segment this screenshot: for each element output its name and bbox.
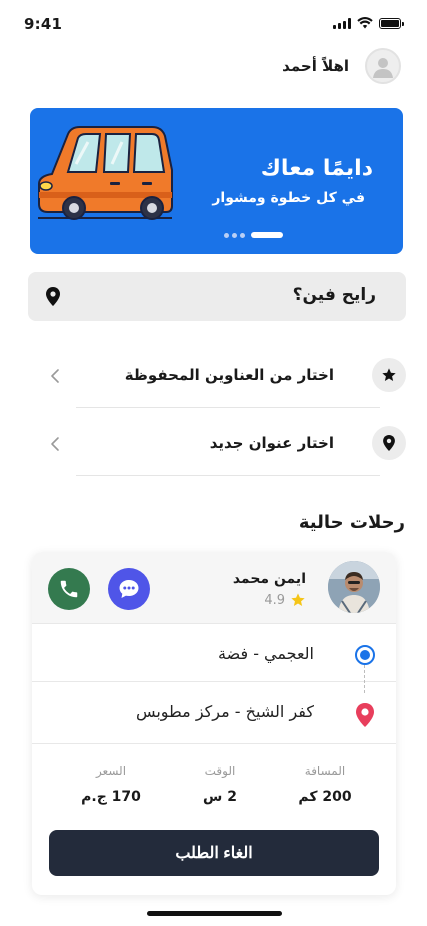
wifi-icon <box>357 17 373 29</box>
chevron-left-icon <box>51 437 59 451</box>
chat-button[interactable] <box>108 568 150 610</box>
pickup-address: العجمي - فضة <box>218 644 314 663</box>
time-stat: الوقت 2 س <box>175 764 265 805</box>
destination-search[interactable]: رايح فين؟ <box>28 272 406 321</box>
cancel-request-button[interactable]: الغاء الطلب <box>49 830 379 876</box>
driver-photo-image <box>328 561 380 613</box>
current-trips-title: رحلات حالية <box>298 512 405 533</box>
signal-icon <box>333 18 351 29</box>
user-icon <box>373 58 393 78</box>
driver-header: ايمن محمد 4.9 <box>32 552 396 624</box>
carousel-dots <box>224 232 283 238</box>
dropoff-address: كفر الشيخ - مركز مطوبس <box>135 702 314 721</box>
time-label: الوقت <box>204 764 236 778</box>
driver-name: ايمن محمد <box>232 571 306 587</box>
driver-rating: 4.9 <box>264 592 306 608</box>
header: اهلاً أحمد <box>282 48 401 84</box>
distance-value: 200 كم <box>298 789 352 805</box>
carousel-dot[interactable] <box>224 232 229 238</box>
banner-title: دايمًا معاك <box>260 156 373 181</box>
new-address-label: اختار عنوان جديد <box>209 434 334 452</box>
search-placeholder: رايح فين؟ <box>292 285 376 305</box>
car-illustration <box>38 126 173 220</box>
driver-avatar[interactable] <box>328 561 380 613</box>
divider <box>32 743 396 744</box>
call-button[interactable] <box>48 568 90 610</box>
price-value: 170 ج.م <box>81 789 141 805</box>
new-address-option[interactable]: اختار عنوان جديد <box>40 414 406 476</box>
greeting-text: اهلاً أحمد <box>282 57 349 75</box>
promo-banner[interactable]: دايمًا معاك في كل خطوة ومشوار <box>30 108 403 254</box>
distance-stat: المسافة 200 كم <box>280 764 370 805</box>
chat-icon <box>119 580 139 598</box>
status-time: 9:41 <box>24 15 63 33</box>
price-label: السعر <box>95 764 127 778</box>
saved-addresses-label: اختار من العناوين المحفوظة <box>124 366 334 384</box>
star-icon <box>382 368 396 381</box>
home-indicator[interactable] <box>147 911 282 916</box>
location-pin-icon <box>383 435 395 451</box>
pickup-marker-icon <box>355 645 375 665</box>
saved-addresses-option[interactable]: اختار من العناوين المحفوظة <box>40 346 406 408</box>
chevron-left-icon <box>51 369 59 383</box>
star-icon <box>291 593 305 606</box>
rating-value: 4.9 <box>264 592 285 608</box>
pickup-location: العجمي - فضة <box>32 624 396 682</box>
divider <box>76 407 380 408</box>
banner-subtitle: في كل خطوة ومشوار <box>212 190 365 206</box>
pin-icon-badge <box>372 426 406 460</box>
price-stat: السعر 170 ج.م <box>66 764 156 805</box>
carousel-dot[interactable] <box>232 232 237 238</box>
status-icons <box>333 17 404 29</box>
star-icon-badge <box>372 358 406 392</box>
carousel-dot-active[interactable] <box>251 232 283 238</box>
carousel-dot[interactable] <box>240 232 245 238</box>
dropoff-pin-icon <box>356 703 374 727</box>
status-bar: 9:41 <box>0 0 427 46</box>
time-value: 2 س <box>203 789 237 805</box>
distance-label: المسافة <box>304 764 346 778</box>
location-pin-icon <box>46 287 60 306</box>
dropoff-location: كفر الشيخ - مركز مطوبس <box>32 682 396 740</box>
trip-card[interactable]: ايمن محمد 4.9 العجمي - فضة كفر الشيخ - م… <box>32 552 396 895</box>
phone-icon <box>60 580 78 598</box>
user-avatar[interactable] <box>365 48 401 84</box>
battery-icon <box>379 18 404 29</box>
divider <box>76 475 380 476</box>
